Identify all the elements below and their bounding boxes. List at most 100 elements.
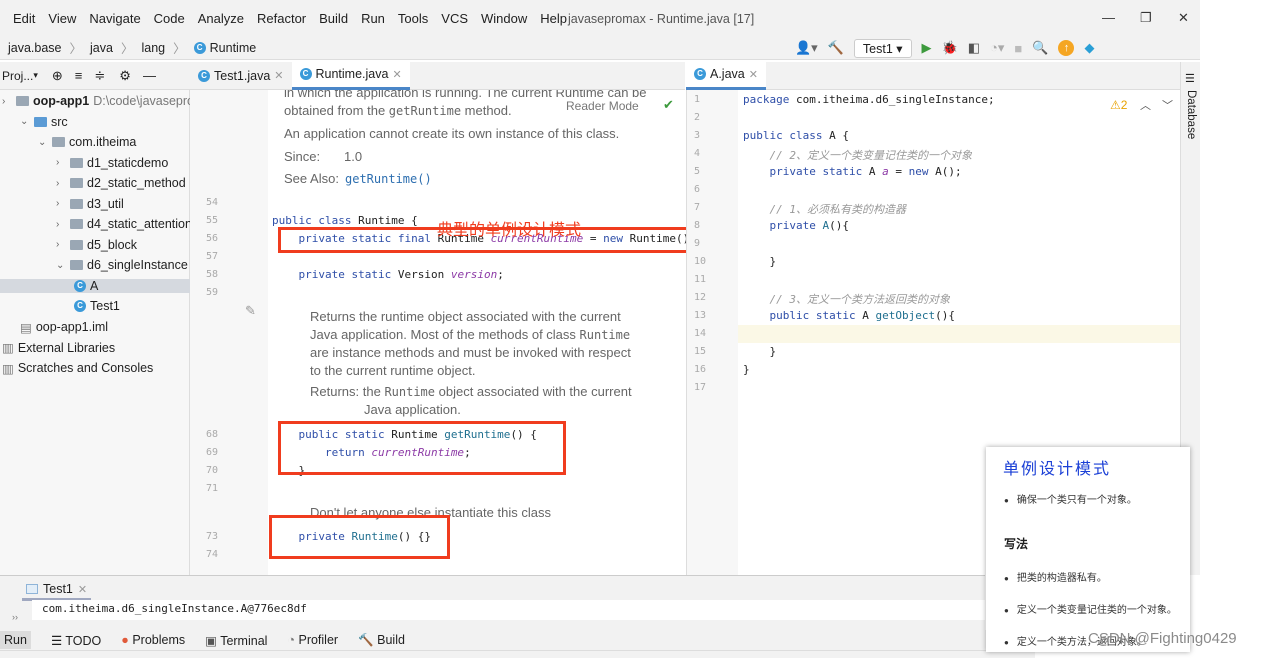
database-tool-button[interactable]: Database: [1185, 90, 1197, 139]
tree-item[interactable]: CA: [0, 278, 190, 293]
menu-code[interactable]: Code: [154, 11, 185, 26]
run-icon[interactable]: ▶: [922, 40, 932, 56]
code-token: =: [888, 165, 909, 178]
profile-icon[interactable]: ◔▾: [990, 40, 1004, 56]
coverage-icon[interactable]: ◧: [968, 40, 980, 56]
user-icon[interactable]: 👤▾: [795, 40, 818, 56]
update-icon[interactable]: ↑: [1058, 40, 1075, 56]
chevron-icon[interactable]: ›: [56, 219, 66, 230]
close-tab-icon[interactable]: ✕: [78, 583, 87, 596]
tree-item[interactable]: ▥ External Libraries: [2, 340, 115, 356]
chevron-icon[interactable]: ›: [56, 178, 66, 189]
menu-view[interactable]: View: [48, 11, 76, 26]
tree-item[interactable]: › oop-app1 D:\code\javasepromax: [2, 94, 218, 108]
tab-a-java[interactable]: C A.java ✕: [686, 61, 766, 90]
code-line[interactable]: package com.itheima.d6_singleInstance;: [743, 93, 995, 106]
tree-item[interactable]: ▥ Scratches and Consoles: [2, 361, 153, 376]
tree-item[interactable]: › d4_static_attention: [56, 217, 192, 231]
tree-item[interactable]: ⌄ d6_singleInstance: [56, 258, 188, 272]
code-line[interactable]: private static A a = new A();: [743, 165, 961, 178]
tool-todo[interactable]: ☰ TODO: [51, 633, 101, 648]
see-also-link[interactable]: getRuntime(): [345, 170, 432, 188]
menu-vcs[interactable]: VCS: [441, 11, 468, 26]
tool-profiler[interactable]: ◔ Profiler: [287, 633, 338, 647]
tree-item[interactable]: ▤ oop-app1.iml: [20, 320, 108, 335]
menu-help[interactable]: Help: [540, 11, 567, 26]
more-icon[interactable]: ››: [12, 612, 18, 622]
menu-edit[interactable]: Edit: [13, 11, 35, 26]
tree-item[interactable]: › d2_static_method: [56, 176, 186, 190]
tab-runtime-java[interactable]: C Runtime.java ✕: [291, 61, 410, 90]
code-line[interactable]: private A(){: [743, 219, 849, 232]
code-line[interactable]: public class Runtime {: [272, 214, 418, 227]
current-line-highlight: [738, 325, 1180, 343]
gear-icon[interactable]: ⚙: [119, 68, 131, 84]
tool-terminal[interactable]: ▣ Terminal: [205, 633, 267, 648]
menu-window[interactable]: Window: [481, 11, 527, 26]
edit-doc-icon[interactable]: ✎: [245, 303, 256, 319]
expand-all-icon[interactable]: ≡: [75, 68, 83, 83]
code-line[interactable]: }: [743, 345, 776, 358]
console-output[interactable]: com.itheima.d6_singleInstance.A@776ec8df: [32, 600, 985, 620]
line-number: 74: [206, 549, 219, 560]
collapse-all-icon[interactable]: ≑: [94, 68, 105, 84]
tree-item[interactable]: ⌄ com.itheima: [38, 135, 136, 149]
tool-problems[interactable]: ● Problems: [121, 633, 185, 647]
code-line[interactable]: private static Version version;: [272, 268, 503, 281]
search-icon[interactable]: 🔍: [1032, 40, 1048, 56]
warnings-indicator[interactable]: ⚠2: [1110, 98, 1127, 112]
plugin-logo-icon[interactable]: ◆: [1084, 40, 1094, 56]
debug-icon[interactable]: 🐞: [942, 40, 958, 56]
tree-item[interactable]: › d5_block: [56, 238, 137, 252]
database-icon[interactable]: ☰: [1185, 72, 1195, 85]
chevron-icon[interactable]: ›: [56, 157, 66, 168]
menu-navigate[interactable]: Navigate: [89, 11, 140, 26]
prev-highlight-icon[interactable]: ︿: [1140, 97, 1151, 113]
chevron-icon[interactable]: ⌄: [56, 260, 66, 271]
chevron-icon[interactable]: ›: [2, 96, 12, 107]
code-line[interactable]: public class A {: [743, 129, 849, 142]
tool-run[interactable]: Run: [0, 631, 31, 649]
close-tab-icon[interactable]: ✕: [749, 68, 758, 81]
close-tab-icon[interactable]: ✕: [274, 69, 283, 82]
tool-build[interactable]: 🔨 Build: [358, 633, 405, 648]
stop-icon[interactable]: ■: [1014, 41, 1022, 56]
menu-build[interactable]: Build: [319, 11, 348, 26]
tree-item[interactable]: › d3_util: [56, 197, 124, 211]
code-line[interactable]: }: [743, 255, 776, 268]
close-tab-icon[interactable]: ✕: [392, 68, 401, 81]
run-tab-test1[interactable]: Test1 ✕: [22, 582, 92, 601]
chevron-icon[interactable]: ›: [56, 239, 66, 250]
code-line[interactable]: }: [743, 363, 750, 376]
locate-icon[interactable]: ⊕: [52, 68, 63, 84]
hide-icon[interactable]: —: [143, 68, 156, 83]
code-line[interactable]: public static A getObject(){: [743, 309, 954, 322]
project-view-select[interactable]: Proj...: [2, 69, 33, 83]
tree-item[interactable]: C Test1: [74, 299, 120, 313]
menu-refactor[interactable]: Refactor: [257, 11, 306, 26]
minimize-button[interactable]: —: [1102, 10, 1115, 25]
chevron-icon[interactable]: ›: [56, 198, 66, 209]
close-button[interactable]: ✕: [1178, 10, 1189, 26]
next-highlight-icon[interactable]: ﹀: [1162, 97, 1173, 113]
menu-analyze[interactable]: Analyze: [198, 11, 244, 26]
reader-mode-button[interactable]: Reader Mode: [566, 97, 639, 115]
run-config-select[interactable]: Test1 ▾: [853, 38, 912, 58]
code-line[interactable]: // 3、定义一个类方法返回类的对象: [743, 291, 950, 307]
breadcrumb-item[interactable]: lang: [141, 41, 165, 55]
maximize-button[interactable]: ❐: [1140, 10, 1152, 26]
build-hammer-icon[interactable]: 🔨: [828, 40, 844, 56]
breadcrumb-item[interactable]: Runtime: [210, 41, 257, 55]
chevron-icon[interactable]: ⌄: [38, 137, 48, 148]
menu-run[interactable]: Run: [361, 11, 385, 26]
code-line[interactable]: // 1、必须私有类的构造器: [743, 201, 906, 217]
tree-item[interactable]: › d1_staticdemo: [56, 156, 168, 170]
chevron-icon[interactable]: ⌄: [20, 116, 30, 127]
folder-icon: [70, 219, 83, 229]
breadcrumb-item[interactable]: java: [90, 41, 113, 55]
tab-test1-java[interactable]: C Test1.java ✕: [190, 62, 292, 90]
breadcrumb-item[interactable]: java.base: [8, 41, 62, 55]
tree-item[interactable]: ⌄ src: [20, 115, 68, 129]
code-line[interactable]: // 2、定义一个类变量记住类的一个对象: [743, 147, 972, 163]
menu-tools[interactable]: Tools: [398, 11, 428, 26]
